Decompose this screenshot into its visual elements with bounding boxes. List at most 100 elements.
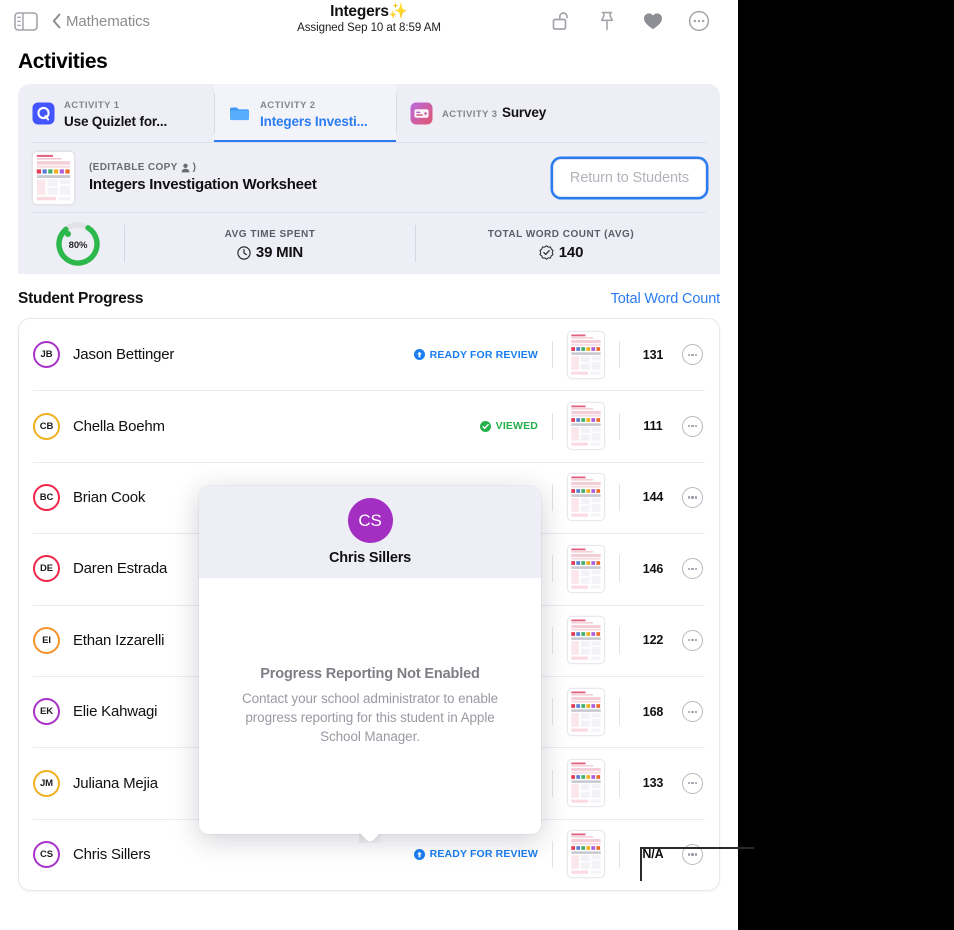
tab-activity-2-text: ACTIVITY 2 Integers Investi... bbox=[260, 95, 380, 131]
row-more-button[interactable] bbox=[682, 558, 703, 579]
total-word-count-link[interactable]: Total Word Count bbox=[611, 291, 720, 307]
tab-activity-3-text: ACTIVITY 3 Survey bbox=[442, 104, 546, 122]
stat-word-count-label: TOTAL WORD COUNT (AVG) bbox=[488, 229, 634, 240]
row-more-button[interactable] bbox=[682, 416, 703, 437]
row-divider bbox=[619, 555, 620, 582]
sparkle-icon: ✨ bbox=[389, 3, 408, 20]
tab-activity-1-label: Use Quizlet for... bbox=[64, 114, 167, 129]
person-icon bbox=[181, 163, 190, 173]
tab-divider bbox=[214, 93, 215, 133]
word-count-value: 146 bbox=[636, 562, 670, 576]
row-divider bbox=[619, 627, 620, 654]
back-button[interactable]: Mathematics bbox=[52, 13, 150, 30]
worksheet-thumbnail[interactable] bbox=[32, 151, 75, 205]
student-name: Chella Boehm bbox=[73, 418, 165, 435]
tab-activity-2-label: Integers Investi... bbox=[260, 114, 367, 129]
row-divider bbox=[552, 770, 553, 797]
row-divider bbox=[552, 627, 553, 654]
status-badge: READY FOR REVIEW bbox=[414, 349, 538, 361]
student-work-thumbnail[interactable] bbox=[567, 616, 605, 664]
app-window: Mathematics Integers✨ Assigned Sep 10 at… bbox=[0, 0, 738, 930]
quizlet-icon bbox=[32, 102, 55, 125]
worksheet-section: (EDITABLE COPY ) Integers Investigation … bbox=[18, 142, 720, 212]
student-progress-popover: CS Chris Sillers Progress Reporting Not … bbox=[199, 486, 541, 834]
document-title-text: Integers bbox=[330, 3, 389, 20]
student-name: Chris Sillers bbox=[73, 846, 150, 863]
student-work-thumbnail[interactable] bbox=[567, 830, 605, 878]
row-more-button[interactable] bbox=[682, 844, 703, 865]
stat-avg-time-spent: AVG TIME SPENT 39 MIN bbox=[125, 224, 415, 263]
row-divider bbox=[619, 413, 620, 440]
toolbar-left: Mathematics bbox=[14, 12, 150, 31]
folder-icon bbox=[228, 102, 251, 125]
student-work-thumbnail[interactable] bbox=[567, 759, 605, 807]
word-count-value: 111 bbox=[636, 419, 670, 433]
tab-activity-3[interactable]: ACTIVITY 3 Survey bbox=[396, 84, 562, 142]
student-work-thumbnail[interactable] bbox=[567, 473, 605, 521]
student-progress-header: Student Progress Total Word Count bbox=[0, 274, 738, 318]
heart-icon[interactable] bbox=[642, 10, 664, 32]
activities-card: ACTIVITY 1 Use Quizlet for... bbox=[18, 84, 720, 274]
stat-avg-time-value-wrap: 39 MIN bbox=[125, 242, 415, 263]
stat-word-count-value: 140 bbox=[559, 242, 583, 263]
survey-icon bbox=[410, 102, 433, 125]
row-divider bbox=[552, 698, 553, 725]
student-name: Juliana Mejia bbox=[73, 775, 158, 792]
stat-avg-time-value: 39 MIN bbox=[256, 242, 303, 263]
student-work-thumbnail[interactable] bbox=[567, 688, 605, 736]
avatar: EK bbox=[33, 698, 60, 725]
chevron-left-icon bbox=[52, 13, 61, 29]
progress-ring-cell: 80% bbox=[32, 220, 124, 268]
word-count-value: 144 bbox=[636, 490, 670, 504]
table-row[interactable]: CB Chella Boehm VIEWED 111 bbox=[19, 390, 719, 461]
student-name: Ethan Izzarelli bbox=[73, 632, 164, 649]
popover-body: Progress Reporting Not Enabled Contact y… bbox=[199, 578, 541, 834]
sidebar-toggle-icon[interactable] bbox=[14, 12, 38, 31]
row-divider bbox=[552, 555, 553, 582]
row-more-button[interactable] bbox=[682, 487, 703, 508]
avatar: CS bbox=[33, 841, 60, 868]
avatar: JB bbox=[33, 341, 60, 368]
toolbar: Mathematics Integers✨ Assigned Sep 10 at… bbox=[0, 0, 738, 42]
row-more-button[interactable] bbox=[682, 344, 703, 365]
activities-lane: ACTIVITY 1 Use Quizlet for... bbox=[18, 84, 720, 274]
row-divider bbox=[619, 698, 620, 725]
worksheet-kicker-text: (EDITABLE COPY bbox=[89, 161, 178, 175]
unlock-icon[interactable] bbox=[550, 10, 572, 32]
status-badge-label: VIEWED bbox=[496, 420, 538, 432]
tab-activity-1[interactable]: ACTIVITY 1 Use Quizlet for... bbox=[18, 84, 214, 142]
more-icon[interactable] bbox=[688, 10, 710, 32]
worksheet-row: (EDITABLE COPY ) Integers Investigation … bbox=[32, 142, 706, 212]
worksheet-kicker-tail: ) bbox=[193, 161, 197, 175]
student-work-thumbnail[interactable] bbox=[567, 402, 605, 450]
tab-activity-2-kicker: ACTIVITY 2 bbox=[260, 100, 316, 111]
row-more-button[interactable] bbox=[682, 701, 703, 722]
worksheet-meta: (EDITABLE COPY ) Integers Investigation … bbox=[89, 161, 539, 195]
word-count-value: 168 bbox=[636, 705, 670, 719]
stat-total-word-count: TOTAL WORD COUNT (AVG) 140 bbox=[416, 224, 706, 263]
row-divider bbox=[552, 413, 553, 440]
return-to-students-button[interactable]: Return to Students bbox=[553, 159, 706, 197]
status-badge: VIEWED bbox=[480, 420, 538, 432]
stat-word-count-value-wrap: 140 bbox=[416, 242, 706, 263]
ready-for-review-icon bbox=[414, 349, 425, 360]
student-work-thumbnail[interactable] bbox=[567, 331, 605, 379]
stats-row: 80% AVG TIME SPENT bbox=[32, 212, 706, 274]
student-work-thumbnail[interactable] bbox=[567, 545, 605, 593]
popover-header: CS Chris Sillers bbox=[199, 486, 541, 578]
progress-ring: 80% bbox=[54, 220, 102, 268]
seal-check-icon bbox=[539, 245, 554, 260]
status-badge-label: READY FOR REVIEW bbox=[430, 349, 538, 361]
pin-icon[interactable] bbox=[596, 10, 618, 32]
row-divider bbox=[619, 341, 620, 368]
avatar: EI bbox=[33, 627, 60, 654]
tab-activity-2[interactable]: ACTIVITY 2 Integers Investi... bbox=[214, 84, 396, 142]
popover-tail bbox=[359, 833, 381, 843]
table-row[interactable]: JB Jason Bettinger READY FOR REVIEW 131 bbox=[19, 319, 719, 390]
avatar: JM bbox=[33, 770, 60, 797]
word-count-value: N/A bbox=[636, 847, 670, 861]
row-more-button[interactable] bbox=[682, 773, 703, 794]
activity-tabs: ACTIVITY 1 Use Quizlet for... bbox=[18, 84, 720, 142]
row-more-button[interactable] bbox=[682, 630, 703, 651]
avatar: CB bbox=[33, 413, 60, 440]
